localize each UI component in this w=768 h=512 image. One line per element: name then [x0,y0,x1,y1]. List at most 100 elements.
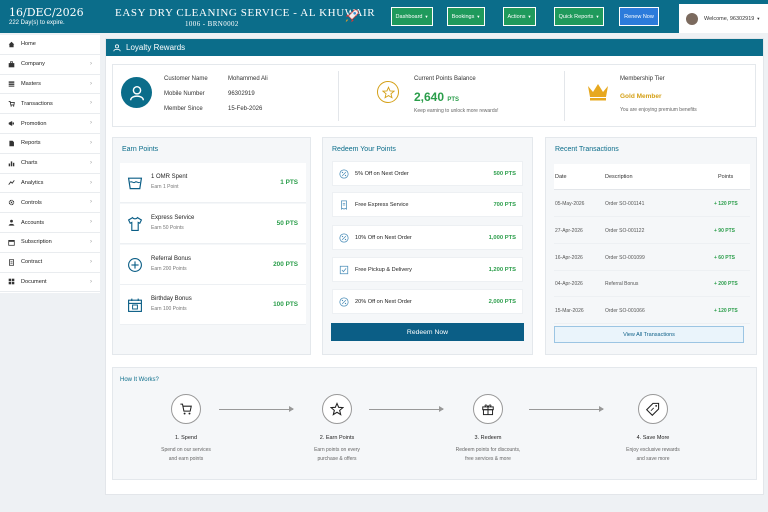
reward-cost: 2,000 PTS [488,299,516,305]
chevron-down-icon: ▼ [527,14,532,19]
check-icon [339,265,349,277]
page-title: Loyalty Rewards [126,43,186,52]
avatar [686,12,698,25]
plus-circle-icon [127,257,143,275]
shirt-icon [127,216,143,234]
chevron-right-icon: › [90,80,92,87]
points-balance-label: Current Points Balance [414,76,476,82]
transaction-description: Order SO-001099 [605,255,645,261]
chevron-down-icon: ▼ [595,14,600,19]
earn-rule-row: Birthday Bonus Earn 100 Points 100 PTS [120,285,306,325]
earn-rule-points: 100 PTS [273,301,298,308]
sidebar-item-label: Promotion [21,120,47,127]
transaction-description: Order SO-001141 [605,201,645,207]
sidebar-item-company[interactable]: Company › [0,55,100,75]
sidebar-item-promotion[interactable]: Promotion › [0,114,100,134]
percent-icon [339,169,349,181]
calendar-icon [127,297,143,315]
user-icon [121,77,152,108]
briefcase-icon [8,61,15,68]
percent-icon [339,233,349,245]
sidebar-item-label: Document [21,278,47,285]
recent-transactions-title: Recent Transactions [555,146,619,153]
sidebar-item-reports[interactable]: Reports › [0,134,100,154]
reward-title: Free Pickup & Delivery [355,267,412,273]
actions-menu-button[interactable]: Actions ▼ [503,7,536,26]
gift-icon [473,394,503,424]
step-description-line: and earn points [168,455,204,462]
membership-tier: Gold Member [620,93,662,100]
reward-option[interactable]: Free Pickup & Delivery 1,200 PTS [332,257,523,282]
sidebar-item-home[interactable]: Home [0,35,100,55]
sidebar-item-contract[interactable]: Contract › [0,253,100,273]
earn-rule-title: Referral Bonus [151,256,192,262]
sidebar-item-transactions[interactable]: Transactions › [0,94,100,115]
view-all-transactions-button[interactable]: View All Transactions [554,326,744,343]
reward-title: 5% Off on Next Order [355,171,409,177]
member-since-label: Member Since [164,106,203,112]
users-icon [113,43,121,51]
transactions-table-header: Date Description Points [554,164,750,190]
chevron-right-icon: › [90,139,92,146]
reward-cost: 1,200 PTS [488,267,516,273]
sidebar-item-subscription[interactable]: Subscription › [0,233,100,253]
transaction-date: 15-Mar-2026 [555,308,584,314]
reward-option[interactable]: Free Express Service 700 PTS [332,192,523,217]
table-row: 27-Apr-2026 Order SO-001122 + 90 PTS [554,217,750,244]
points-note: Keep earning to unlock more rewards! [414,108,499,114]
sidebar-item-controls[interactable]: Controls › [0,193,100,214]
column-header-date: Date [555,174,567,180]
crown-icon [588,84,608,101]
home-icon [8,41,15,48]
reward-option[interactable]: 10% Off on Next Order 1,000 PTS [332,225,523,250]
quick-reports-menu-button[interactable]: Quick Reports ▼ [554,7,604,26]
transaction-date: 27-Apr-2026 [555,228,583,234]
user-menu[interactable]: Welcome, 96302919 ▼ [679,4,768,33]
file-icon [8,140,15,147]
reward-option[interactable]: 20% Off on Next Order 2,000 PTS [332,289,523,314]
step-title: 3. Redeem [474,435,502,441]
renew-now-button[interactable]: Renew Now [619,7,659,26]
earn-rule-row: Referral Bonus Earn 200 Points 200 PTS [120,245,306,285]
sidebar-item-charts[interactable]: Charts › [0,154,100,174]
sidebar-item-label: Subscription [21,239,52,246]
sidebar-item-analytics[interactable]: Analytics › [0,174,100,194]
column-header-description: Description [605,174,633,180]
earn-rule-points: 50 PTS [276,220,298,227]
earn-rule-points: 200 PTS [273,261,298,268]
arrow-right-icon [369,406,444,412]
transaction-points: + 120 PTS [714,308,738,314]
sidebar-item-masters[interactable]: Masters › [0,75,100,95]
arrow-right-icon [529,406,604,412]
sidebar-item-accounts[interactable]: Accounts › [0,213,100,233]
step-description: Earn points on every purchase & offers [297,446,377,463]
earn-rule-subtitle: Earn 50 Points [151,225,184,231]
how-it-works-card: How It Works? [112,367,757,480]
analytics-icon [8,179,15,186]
mobile-label: Mobile Number [164,91,205,97]
earn-rule-subtitle: Earn 200 Points [151,266,187,272]
redeem-now-button[interactable]: Redeem Now [331,323,524,341]
reward-title: 20% Off on Next Order [355,299,412,305]
sidebar-item-label: Transactions [21,100,53,107]
rocket-icon [345,9,359,23]
reward-cost: 700 PTS [493,202,516,208]
transaction-points: + 60 PTS [714,255,735,261]
sidebar-item-document[interactable]: Document › [0,273,100,293]
reward-title: 10% Off on Next Order [355,235,412,241]
bookings-menu-button[interactable]: Bookings ▼ [447,7,485,26]
redeem-points-title: Redeem Your Points [332,146,396,153]
earn-rule-row: 1 OMR Spent Earn 1 Point 1 PTS [120,163,306,203]
sidebar-item-label: Accounts [21,219,45,226]
reward-option[interactable]: 5% Off on Next Order 500 PTS [332,161,523,186]
sidebar-item-label: Charts [21,160,38,167]
layers-icon [8,80,15,88]
tier-note: You are enjoying premium benefits [620,107,697,113]
member-since: 15-Feb-2026 [228,106,263,112]
subscription-expiry: 222 Day(s) to expire. [9,20,65,26]
grid-icon [8,278,15,285]
user-icon [8,219,15,226]
reward-title: Free Express Service [355,202,409,208]
table-row: 04-Apr-2026 Referral Bonus + 200 PTS [554,270,750,297]
dashboard-menu-button[interactable]: Dashboard ▼ [391,7,433,26]
